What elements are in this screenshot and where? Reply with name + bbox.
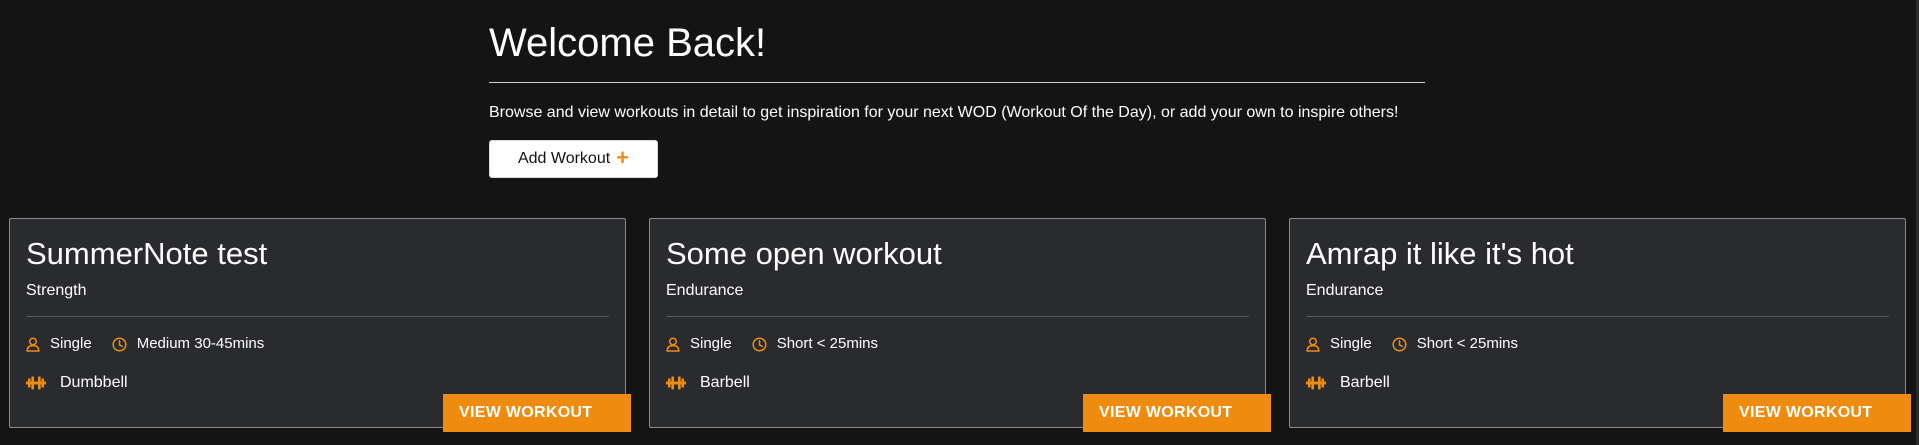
equipment-meta: Dumbbell <box>26 373 128 393</box>
workout-card: SummerNote test Strength Single Medium 3… <box>9 218 631 432</box>
equipment-label: Barbell <box>1340 374 1390 391</box>
equipment-label: Dumbbell <box>60 374 128 391</box>
page-title: Welcome Back! <box>489 21 767 65</box>
add-workout-label: Add Workout <box>517 150 611 167</box>
workout-category: Endurance <box>1306 282 1384 299</box>
workout-card: Some open workout Endurance Single Short… <box>649 218 1271 432</box>
view-workout-button[interactable]: VIEW WORKOUT <box>1083 394 1271 432</box>
duration-meta: Short < 25mins <box>752 334 878 354</box>
duration-label: Short < 25mins <box>1416 335 1519 352</box>
clock-icon <box>752 336 767 352</box>
participants-meta: Single <box>26 334 92 354</box>
title-divider <box>489 82 1425 83</box>
duration-label: Medium 30-45mins <box>136 335 265 352</box>
participants-label: Single <box>1330 335 1372 352</box>
workout-category: Strength <box>26 282 87 299</box>
participants-label: Single <box>690 335 732 352</box>
equipment-meta: Barbell <box>1306 373 1390 393</box>
view-workout-button[interactable]: VIEW WORKOUT <box>443 394 631 432</box>
welcome-section: Welcome Back! Browse and view workouts i… <box>489 18 1425 178</box>
add-workout-button[interactable]: Add Workout + <box>489 140 658 178</box>
workout-title: Some open workout <box>666 236 942 271</box>
clock-icon <box>112 336 127 352</box>
workout-title: Amrap it like it's hot <box>1306 236 1574 271</box>
participants-label: Single <box>50 335 92 352</box>
dumbbell-icon <box>1306 376 1326 390</box>
workout-card: Amrap it like it's hot Endurance Single … <box>1289 218 1911 432</box>
participants-meta: Single <box>1306 334 1372 354</box>
workout-meta: Single Short < 25mins <box>1306 334 1538 354</box>
plus-icon: + <box>616 145 630 170</box>
equipment-label: Barbell <box>700 374 750 391</box>
view-workout-button[interactable]: VIEW WORKOUT <box>1723 394 1911 432</box>
dumbbell-icon <box>26 376 46 390</box>
equipment-meta: Barbell <box>666 373 750 393</box>
user-icon <box>1306 336 1320 352</box>
duration-label: Short < 25mins <box>776 335 879 352</box>
user-icon <box>26 336 40 352</box>
workout-title: SummerNote test <box>26 236 268 271</box>
page-description: Browse and view workouts in detail to ge… <box>489 104 1399 121</box>
workout-meta: Single Short < 25mins <box>666 334 898 354</box>
card-divider <box>666 316 1249 317</box>
duration-meta: Medium 30-45mins <box>112 334 265 354</box>
card-divider <box>1306 316 1889 317</box>
card-divider <box>26 316 609 317</box>
clock-icon <box>1392 336 1407 352</box>
workout-meta: Single Medium 30-45mins <box>26 334 284 354</box>
participants-meta: Single <box>666 334 732 354</box>
duration-meta: Short < 25mins <box>1392 334 1518 354</box>
dumbbell-icon <box>666 376 686 390</box>
workout-category: Endurance <box>666 282 744 299</box>
user-icon <box>666 336 680 352</box>
